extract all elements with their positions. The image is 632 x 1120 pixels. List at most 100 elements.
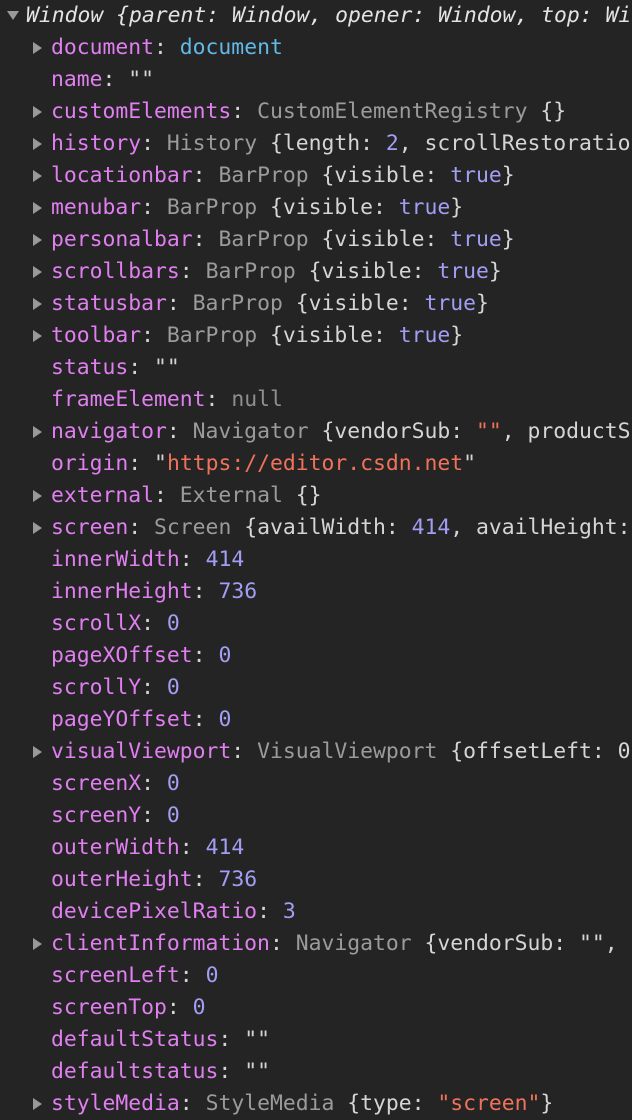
token-null: null <box>231 387 283 412</box>
token-class: BarProp <box>166 195 270 220</box>
token-plain: {length: <box>269 131 386 156</box>
token-num: 736 <box>218 579 258 604</box>
collapsed-triangle-icon[interactable] <box>30 416 44 448</box>
collapsed-triangle-icon[interactable] <box>30 928 44 960</box>
row-text: customElements: CustomElementRegistry {} <box>51 96 566 128</box>
collapsed-triangle-icon[interactable] <box>30 128 44 160</box>
collapsed-triangle-icon[interactable] <box>30 224 44 256</box>
property-key: history <box>51 131 142 156</box>
property-key: frameElement <box>51 387 206 412</box>
token-plain: {vendorSub: <box>321 419 477 444</box>
token-plain: , productSub: "20030107", vendor: "Googl… <box>501 419 632 444</box>
collapsed-triangle-icon[interactable] <box>30 480 44 512</box>
token-plain: } <box>488 259 502 284</box>
property-key: name <box>51 67 103 92</box>
property-row-history[interactable]: history: History {length: 2, scrollResto… <box>0 128 632 160</box>
token-num: 2 <box>385 131 399 156</box>
property-row-clientinformation[interactable]: clientInformation: Navigator {vendorSub:… <box>0 928 632 960</box>
row-text: defaultStatus: "" <box>51 1024 270 1056</box>
collapsed-triangle-icon[interactable] <box>30 288 44 320</box>
collapsed-triangle-icon[interactable] <box>30 736 44 768</box>
property-row-scrollbars[interactable]: scrollbars: BarProp {visible: true} <box>0 256 632 288</box>
token-bool: true <box>398 323 451 348</box>
property-row-screenx: screenX: 0 <box>0 768 632 800</box>
row-text: personalbar: BarProp {visible: true} <box>51 224 515 256</box>
token-num: 0 <box>192 995 206 1020</box>
property-key: origin <box>51 451 129 476</box>
token-sep: : <box>166 419 193 444</box>
property-row-menubar[interactable]: menubar: BarProp {visible: true} <box>0 192 632 224</box>
collapsed-triangle-icon[interactable] <box>30 512 44 544</box>
collapsed-triangle-icon[interactable] <box>30 160 44 192</box>
token-sep: : <box>192 163 219 188</box>
property-row-screenleft: screenLeft: 0 <box>0 960 632 992</box>
token-sep: : <box>192 643 219 668</box>
property-row-frameelement: frameElement: null <box>0 384 632 416</box>
token-type: document <box>179 35 283 60</box>
property-key: navigator <box>51 419 167 444</box>
token-sep: : <box>128 355 155 380</box>
row-text: visualViewport: VisualViewport {offsetLe… <box>51 736 632 768</box>
token-num: 414 <box>411 515 451 540</box>
row-text: toolbar: BarProp {visible: true} <box>51 320 463 352</box>
property-row-locationbar[interactable]: locationbar: BarProp {visible: true} <box>0 160 632 192</box>
token-bool: true <box>450 163 502 188</box>
property-row-screen[interactable]: screen: Screen {availWidth: 414, availHe… <box>0 512 632 544</box>
property-key: defaultstatus <box>51 1059 219 1084</box>
token-num: 414 <box>205 547 245 572</box>
property-row-navigator[interactable]: navigator: Navigator {vendorSub: "", pro… <box>0 416 632 448</box>
token-plain: {} <box>295 483 322 508</box>
token-bool: true <box>437 259 489 284</box>
collapsed-triangle-icon[interactable] <box>30 96 44 128</box>
token-num: 0 <box>166 675 180 700</box>
property-row-visualviewport[interactable]: visualViewport: VisualViewport {offsetLe… <box>0 736 632 768</box>
property-row-outerwidth: outerWidth: 414 <box>0 832 632 864</box>
token-sep: : <box>154 35 180 60</box>
expanded-triangle-icon[interactable] <box>6 0 20 32</box>
property-row-screentop: screenTop: 0 <box>0 992 632 1024</box>
property-key: screenX <box>51 771 142 796</box>
token-str: "" <box>476 419 502 444</box>
token-plain: } <box>476 291 489 316</box>
property-key: status <box>51 355 129 380</box>
token-class: BarProp <box>192 291 296 316</box>
token-sep: : <box>166 995 193 1020</box>
token-bool: true <box>450 227 502 252</box>
property-key: screenY <box>51 803 142 828</box>
row-text: outerHeight: 736 <box>51 864 257 896</box>
token-sep: : <box>179 547 206 572</box>
collapsed-triangle-icon[interactable] <box>30 1088 44 1120</box>
property-row-statusbar[interactable]: statusbar: BarProp {visible: true} <box>0 288 632 320</box>
property-row-personalbar[interactable]: personalbar: BarProp {visible: true} <box>0 224 632 256</box>
property-row-toolbar[interactable]: toolbar: BarProp {visible: true} <box>0 320 632 352</box>
row-text: defaultstatus: "" <box>51 1056 270 1088</box>
token-plain: } <box>540 1091 554 1116</box>
property-row-scrolly: scrollY: 0 <box>0 672 632 704</box>
collapsed-triangle-icon[interactable] <box>30 32 44 64</box>
property-row-document[interactable]: document: document <box>0 32 632 64</box>
property-key: screenLeft <box>51 963 180 988</box>
property-row-stylemedia[interactable]: styleMedia: StyleMedia {type: "screen"} <box>0 1088 632 1120</box>
token-sep: : <box>128 515 155 540</box>
token-sep: : <box>141 323 167 348</box>
property-key: menubar <box>51 195 142 220</box>
token-class: StyleMedia <box>205 1091 348 1116</box>
token-plain: {visible: <box>308 259 438 284</box>
token-sep: : <box>141 611 167 636</box>
property-row-external[interactable]: external: External {} <box>0 480 632 512</box>
token-header: Window {parent: Window, opener: Window, … <box>26 3 632 28</box>
property-row-customelements[interactable]: customElements: CustomElementRegistry {} <box>0 96 632 128</box>
token-sep: : <box>269 931 296 956</box>
property-row-status: status: "" <box>0 352 632 384</box>
token-plain: "" <box>128 67 155 92</box>
token-sep: : <box>218 1027 245 1052</box>
collapsed-triangle-icon[interactable] <box>30 192 44 224</box>
collapsed-triangle-icon[interactable] <box>30 320 44 352</box>
property-key: innerHeight <box>51 579 193 604</box>
token-plain: , scrollRestoration: "auto", state: null… <box>398 131 632 156</box>
collapsed-triangle-icon[interactable] <box>30 256 44 288</box>
tree-root-window[interactable]: Window {parent: Window, opener: Window, … <box>0 0 632 32</box>
property-key: screenTop <box>51 995 167 1020</box>
property-key: external <box>51 483 155 508</box>
property-row-outerheight: outerHeight: 736 <box>0 864 632 896</box>
